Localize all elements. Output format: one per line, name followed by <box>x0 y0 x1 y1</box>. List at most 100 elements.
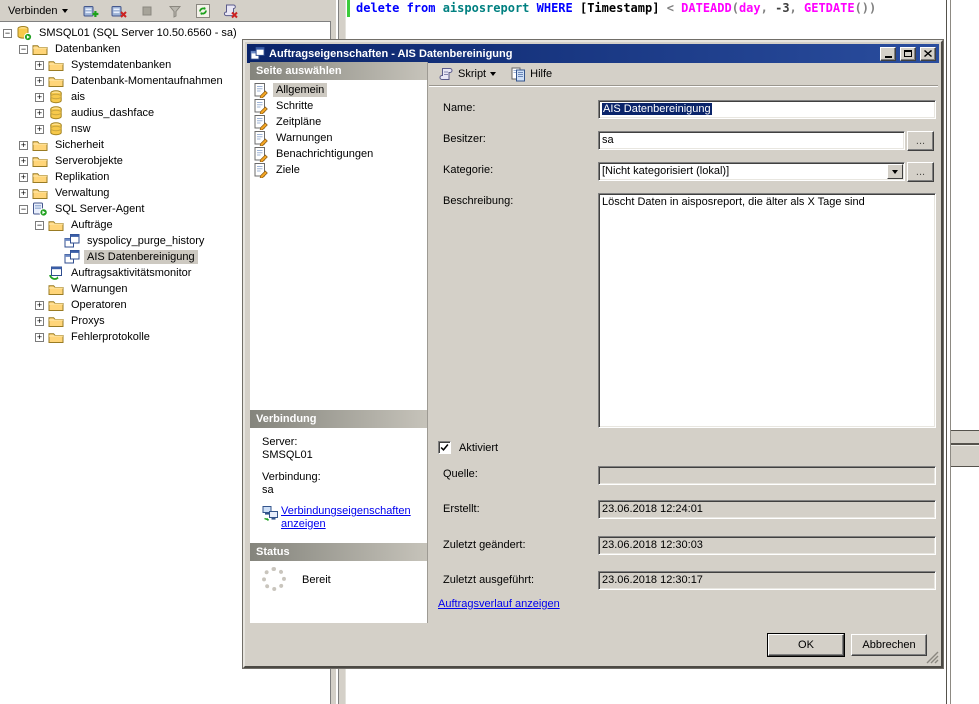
source-input <box>598 466 936 485</box>
folder-icon <box>32 41 48 57</box>
server-icon <box>16 25 32 41</box>
page-icon <box>253 114 269 130</box>
resize-grip[interactable] <box>926 651 939 664</box>
expand-box[interactable]: + <box>19 173 28 182</box>
connect-server-icon[interactable] <box>83 2 100 19</box>
owner-browse-button[interactable]: ... <box>907 131 934 151</box>
connect-dropdown-button[interactable]: Verbinden <box>3 2 73 20</box>
server-value: SMSQL01 <box>262 449 427 462</box>
expand-box[interactable]: + <box>19 157 28 166</box>
expand-box[interactable]: + <box>35 109 44 118</box>
description-label: Beschreibung: <box>443 195 513 207</box>
status-section: Bereit <box>250 561 427 623</box>
page-item[interactable]: Zeitpläne <box>250 114 427 130</box>
folder-icon <box>48 217 64 233</box>
folder-icon <box>48 57 64 73</box>
connection-properties-icon <box>262 505 278 521</box>
job-icon <box>64 233 80 249</box>
server-label: Server: <box>262 436 427 449</box>
expander-spacer <box>35 269 44 278</box>
pages-header: Seite auswählen <box>250 62 427 80</box>
database-icon <box>48 105 64 121</box>
modified-label: Zuletzt geändert: <box>443 539 526 551</box>
expand-box[interactable]: + <box>19 189 28 198</box>
status-header: Status <box>250 543 427 561</box>
expand-box[interactable]: + <box>35 317 44 326</box>
chevron-down-icon <box>62 9 68 13</box>
database-icon <box>48 121 64 137</box>
expand-box[interactable]: + <box>35 93 44 102</box>
sql-text: delete from aisposreport WHERE [Timestam… <box>356 1 876 15</box>
horizontal-splitter[interactable] <box>951 430 979 467</box>
category-browse-button[interactable]: ... <box>907 162 934 182</box>
page-item[interactable]: Schritte <box>250 98 427 114</box>
disconnect-server-icon[interactable] <box>111 2 128 19</box>
category-select[interactable]: [Nicht kategorisiert (lokal)] <box>598 162 905 181</box>
tree-item[interactable]: −SMSQL01 (SQL Server 10.50.6560 - sa) <box>0 25 330 41</box>
name-label: Name: <box>443 102 475 114</box>
connect-label: Verbinden <box>8 5 58 17</box>
minimize-button[interactable] <box>880 47 896 61</box>
folder-icon <box>32 153 48 169</box>
category-label: Kategorie: <box>443 164 493 176</box>
connection-info: Server: SMSQL01 Verbindung: sa Verbindun… <box>250 428 427 543</box>
collapse-box[interactable]: − <box>19 205 28 214</box>
stop-icon <box>139 2 156 19</box>
job-icon <box>64 249 80 265</box>
created-field: 23.06.2018 12:24:01 <box>598 500 936 519</box>
folder-icon <box>32 137 48 153</box>
refresh-icon[interactable] <box>195 2 212 19</box>
connection-label: Verbindung: <box>262 471 427 484</box>
job-properties-dialog: Auftragseigenschaften - AIS Datenbereini… <box>243 40 943 668</box>
connection-properties-link[interactable]: Verbindungseigenschaften anzeigen <box>281 505 427 531</box>
source-label: Quelle: <box>443 468 478 480</box>
expander-spacer <box>51 253 60 262</box>
help-button[interactable]: Hilfe <box>506 65 556 83</box>
expand-box[interactable]: + <box>19 141 28 150</box>
folder-icon <box>48 281 64 297</box>
database-icon <box>48 89 64 105</box>
expand-box[interactable]: + <box>35 77 44 86</box>
page-icon <box>253 98 269 114</box>
dialog-title: Auftragseigenschaften - AIS Datenbereini… <box>269 48 876 60</box>
expand-box[interactable]: + <box>35 301 44 310</box>
page-item[interactable]: Warnungen <box>250 130 427 146</box>
change-tracking-bar <box>347 0 350 17</box>
description-textarea[interactable]: Löscht Daten in aisposreport, die älter … <box>598 193 936 428</box>
job-icon <box>250 46 265 61</box>
expand-box[interactable]: + <box>35 333 44 342</box>
ok-button[interactable]: OK <box>768 634 844 656</box>
expand-box[interactable]: + <box>35 61 44 70</box>
expander-spacer <box>51 237 60 246</box>
script-button[interactable]: Skript <box>434 65 500 83</box>
page-item[interactable]: Ziele <box>250 162 427 178</box>
status-text: Bereit <box>302 574 331 586</box>
job-history-link[interactable]: Auftragsverlauf anzeigen <box>438 598 560 610</box>
page-list: AllgemeinSchritteZeitpläneWarnungenBenac… <box>250 80 427 410</box>
collapse-box[interactable]: − <box>3 29 12 38</box>
enabled-checkbox[interactable] <box>438 441 451 454</box>
collapse-box[interactable]: − <box>35 221 44 230</box>
page-icon <box>253 162 269 178</box>
right-edge-panel <box>946 0 979 704</box>
cancel-button[interactable]: Abbrechen <box>851 634 927 656</box>
close-button[interactable] <box>920 47 936 61</box>
chevron-down-icon[interactable] <box>887 164 903 179</box>
folder-icon <box>48 329 64 345</box>
script-delete-icon[interactable] <box>223 2 240 19</box>
collapse-box[interactable]: − <box>19 45 28 54</box>
dialog-titlebar[interactable]: Auftragseigenschaften - AIS Datenbereini… <box>247 44 939 63</box>
folder-icon <box>32 169 48 185</box>
dialog-left-pane: Seite auswählen AllgemeinSchritteZeitplä… <box>250 62 428 623</box>
expand-box[interactable]: + <box>35 125 44 134</box>
object-explorer-toolbar: Verbinden <box>0 0 331 22</box>
owner-input[interactable]: sa <box>598 131 905 150</box>
filter-icon <box>167 2 184 19</box>
maximize-button[interactable] <box>900 47 916 61</box>
enabled-label: Aktiviert <box>459 442 498 454</box>
name-input[interactable]: AIS Datenbereinigung <box>598 100 936 119</box>
help-icon <box>510 66 526 82</box>
page-item[interactable]: Benachrichtigungen <box>250 146 427 162</box>
monitor-icon <box>48 265 64 281</box>
page-item[interactable]: Allgemein <box>250 82 427 98</box>
